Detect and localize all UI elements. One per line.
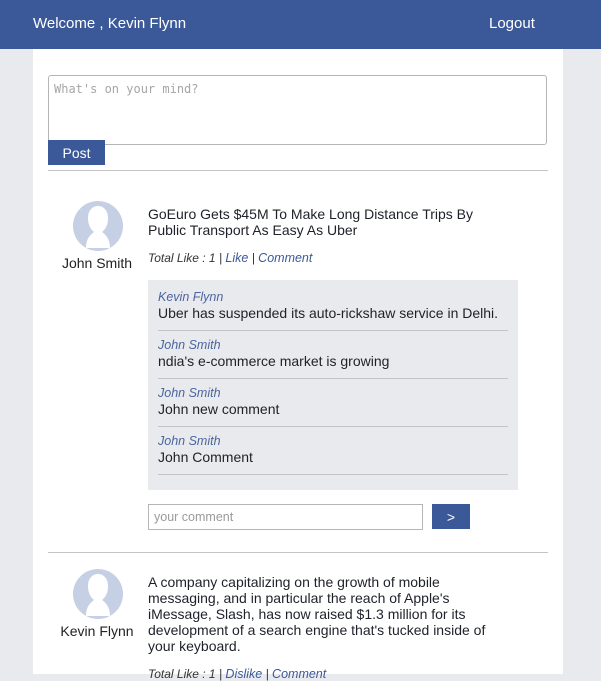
welcome-text: Welcome , Kevin Flynn bbox=[33, 15, 187, 32]
post-meta: Total Like : 1 | Like | Comment bbox=[148, 251, 312, 265]
comment-input[interactable] bbox=[148, 504, 423, 530]
like-link[interactable]: Like bbox=[225, 251, 248, 265]
comment-link[interactable]: Comment bbox=[272, 667, 326, 681]
comment-text: John new comment bbox=[158, 401, 280, 417]
total-like-count: Total Like : 1 bbox=[148, 251, 216, 265]
avatar-icon bbox=[73, 569, 123, 619]
comment-author[interactable]: John Smith bbox=[158, 338, 221, 352]
submit-comment-button[interactable]: > bbox=[432, 504, 470, 529]
avatar-icon bbox=[73, 201, 123, 251]
comment-item: John Smith John Comment bbox=[158, 434, 508, 475]
post-text: GoEuro Gets $45M To Make Long Distance T… bbox=[148, 206, 474, 238]
comment-item: Kevin Flynn Uber has suspended its auto-… bbox=[158, 290, 508, 331]
separator: | bbox=[265, 667, 269, 681]
post-text: A company capitalizing on the growth of … bbox=[148, 574, 486, 654]
separator: | bbox=[251, 251, 255, 265]
post-meta: Total Like : 1 | Dislike | Comment bbox=[148, 667, 326, 681]
comment-author[interactable]: John Smith bbox=[158, 386, 221, 400]
dislike-link[interactable]: Dislike bbox=[225, 667, 262, 681]
status-input[interactable] bbox=[48, 75, 547, 145]
comment-link[interactable]: Comment bbox=[258, 251, 312, 265]
post-button[interactable]: Post bbox=[48, 140, 105, 165]
divider bbox=[48, 170, 548, 171]
top-navbar: Welcome , Kevin Flynn Logout bbox=[0, 0, 601, 49]
feed-panel: Post John Smith GoEuro Gets $45M To Make… bbox=[33, 49, 563, 681]
comment-item: John Smith John new comment bbox=[158, 386, 508, 427]
comment-author[interactable]: Kevin Flynn bbox=[158, 290, 223, 304]
comment-author[interactable]: John Smith bbox=[158, 434, 221, 448]
comment-list: Kevin Flynn Uber has suspended its auto-… bbox=[148, 280, 518, 490]
divider bbox=[48, 552, 548, 553]
logout-link[interactable]: Logout bbox=[489, 15, 535, 32]
post-author: Kevin Flynn bbox=[60, 623, 134, 639]
post-author: John Smith bbox=[61, 255, 133, 271]
comment-text: John Comment bbox=[158, 449, 253, 465]
comment-item: John Smith ndia's e-commerce market is g… bbox=[158, 338, 508, 379]
comment-text: Uber has suspended its auto-rickshaw ser… bbox=[158, 305, 499, 321]
total-like-count: Total Like : 1 bbox=[148, 667, 216, 681]
separator: | bbox=[218, 667, 223, 681]
comment-text: ndia's e-commerce market is growing bbox=[158, 353, 390, 369]
separator: | bbox=[218, 251, 223, 265]
